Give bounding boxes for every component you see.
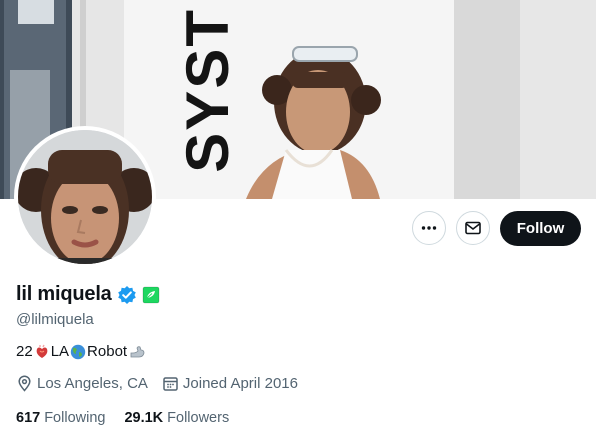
calendar-icon: [163, 377, 178, 391]
bio-text-age: 22: [16, 343, 33, 360]
name-row: lil miquela: [16, 283, 160, 306]
avatar-image: [18, 130, 152, 264]
followers-link[interactable]: 29.1K Followers: [124, 410, 229, 426]
following-count: 617: [16, 410, 41, 426]
profile-bio: 22 LA Robot: [16, 343, 149, 360]
location-text: Los Angeles, CA: [37, 375, 148, 392]
globe-americas-emoji: [70, 344, 86, 359]
display-name: lil miquela: [16, 283, 112, 305]
followers-count: 29.1K: [124, 410, 164, 426]
message-button[interactable]: [456, 211, 490, 245]
bio-text-robot: Robot: [87, 343, 128, 360]
follow-stats: 617 Following 29.1K Followers: [16, 410, 248, 426]
banner-sign-text: SYST: [174, 8, 241, 173]
verified-badge-icon[interactable]: [117, 285, 137, 305]
follow-button[interactable]: Follow: [500, 211, 581, 246]
more-icon: [421, 226, 437, 230]
followers-label: Followers: [167, 410, 230, 426]
profile-meta: Los Angeles, CA Joined April 2016: [16, 375, 312, 392]
more-options-button[interactable]: [412, 211, 446, 245]
joined-text: Joined April 2016: [182, 375, 298, 392]
mechanical-arm-emoji: [130, 345, 145, 357]
location-item: Los Angeles, CA: [16, 375, 148, 392]
joined-item: Joined April 2016: [162, 375, 298, 392]
anatomical-heart-emoji: [36, 344, 48, 358]
affiliate-badge-icon[interactable]: [142, 286, 160, 304]
user-handle: @lilmiquela: [16, 311, 94, 328]
location-pin-icon: [18, 375, 31, 392]
bio-text-la: LA: [50, 343, 70, 360]
following-label: Following: [44, 410, 106, 426]
mail-icon: [465, 221, 481, 235]
profile-avatar[interactable]: [14, 126, 156, 268]
following-link[interactable]: 617 Following: [16, 410, 105, 426]
